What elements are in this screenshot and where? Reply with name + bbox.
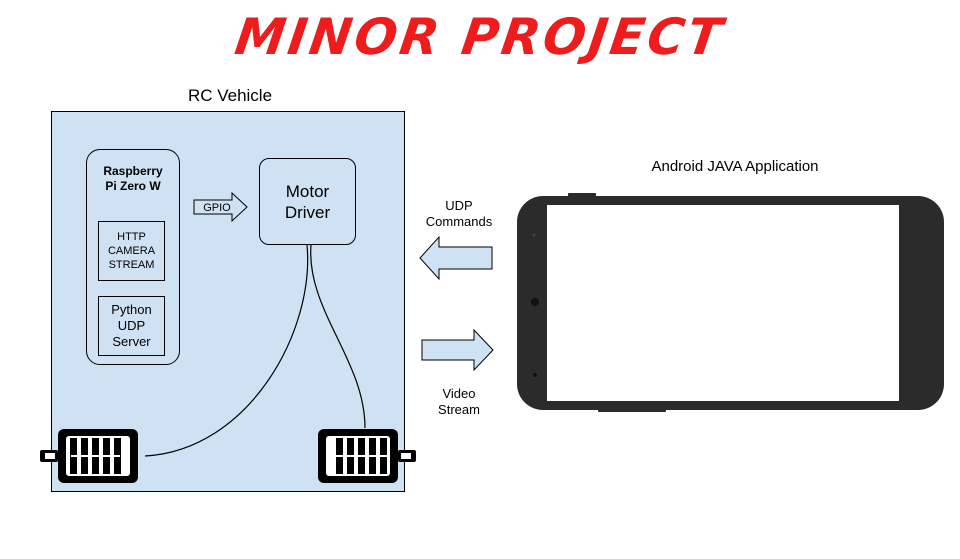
video-stream-arrow xyxy=(421,328,494,372)
left-motor-icon xyxy=(40,429,138,483)
wire-left-motor xyxy=(144,244,309,457)
video-stream-line-1: Video xyxy=(442,386,476,401)
udp-commands-arrow xyxy=(419,235,493,281)
video-stream-line-2: Stream xyxy=(438,402,480,417)
udp-commands-line-1: UDP xyxy=(445,198,473,213)
diagram-graphics xyxy=(40,191,944,483)
right-motor-icon xyxy=(318,429,416,483)
android-app-label: Android JAVA Application xyxy=(651,158,819,175)
udp-commands-line-2: Commands xyxy=(425,214,493,229)
video-stream-label: Video Stream xyxy=(416,386,502,418)
udp-commands-label: UDP Commands xyxy=(416,198,502,230)
android-phone-icon xyxy=(517,193,944,412)
wire-right-motor xyxy=(310,244,366,429)
gpio-label: GPIO xyxy=(203,202,231,214)
